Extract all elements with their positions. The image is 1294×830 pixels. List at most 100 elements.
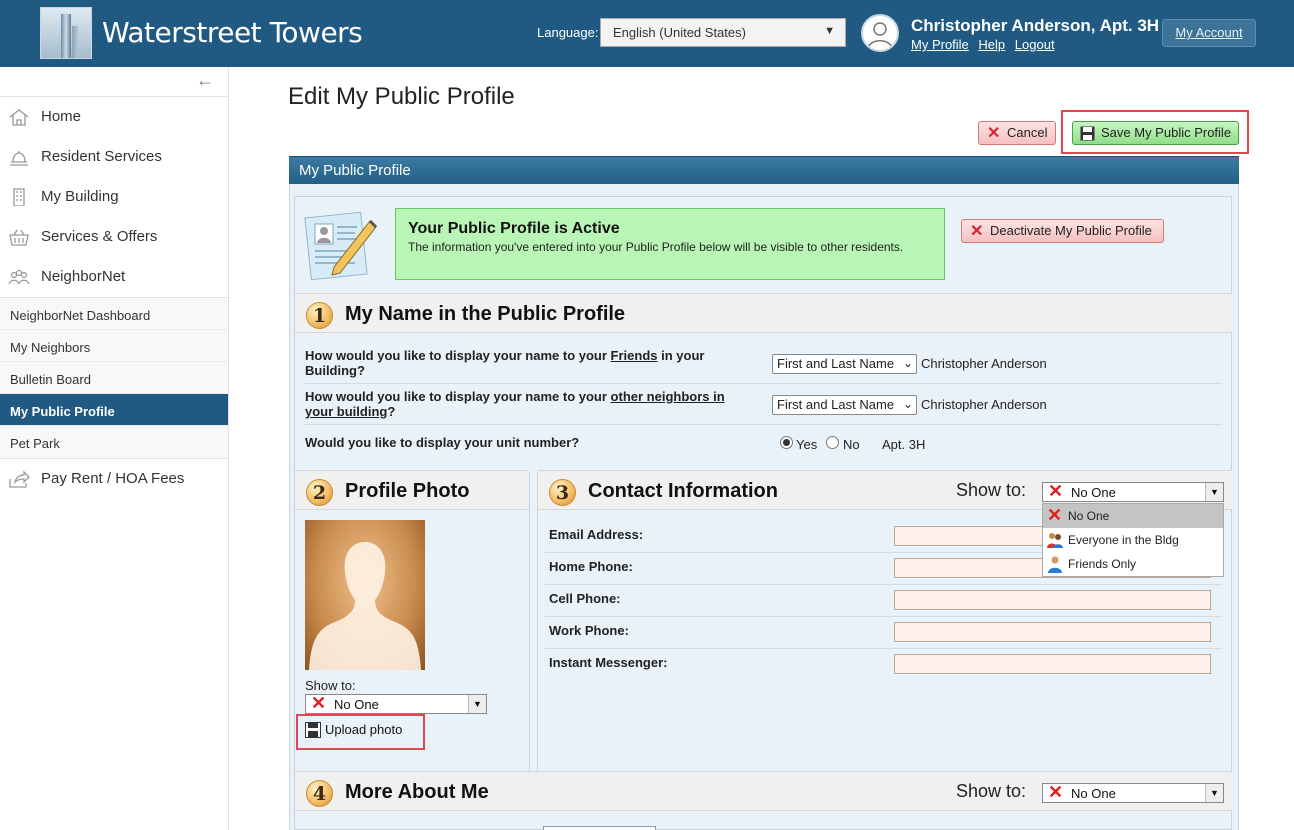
sidebar-item-my-building[interactable]: My Building xyxy=(0,177,228,217)
section-number: 2 xyxy=(306,479,333,506)
divider xyxy=(545,616,1222,617)
chevron-down-icon: ▼ xyxy=(824,25,835,37)
unit-value: Apt. 3H xyxy=(882,437,926,452)
show-to-label: Show to: xyxy=(956,781,1027,801)
highlight-box xyxy=(1061,110,1249,154)
home-icon xyxy=(9,109,29,126)
close-icon: ✕ xyxy=(1048,481,1064,501)
sidebar-item-neighbornet-dashboard[interactable]: NeighborNet Dashboard xyxy=(0,298,228,330)
sidebar-item-services-offers[interactable]: Services & Offers xyxy=(0,217,228,257)
profile-active-notice: Your Public Profile is Active The inform… xyxy=(395,208,945,280)
sidebar-item-label: Home xyxy=(41,108,82,125)
basket-icon xyxy=(9,229,29,246)
people-icon xyxy=(8,269,30,285)
divider xyxy=(545,584,1222,585)
person-icon xyxy=(1048,556,1062,573)
menu-item-no-one[interactable]: ✕ No One xyxy=(1043,504,1223,528)
show-to-label: Show to: xyxy=(956,480,1027,500)
close-icon: ✕ xyxy=(970,223,984,240)
divider xyxy=(305,424,1222,425)
language-select[interactable]: English (United States) ▼ xyxy=(600,18,846,47)
cell-phone-field[interactable] xyxy=(894,590,1211,610)
friends-name-select[interactable]: First and Last Name ⌄ xyxy=(772,354,917,374)
neighbors-name-select[interactable]: First and Last Name ⌄ xyxy=(772,395,917,415)
sidebar-item-label: NeighborNet xyxy=(41,268,126,285)
neighbors-name-value: Christopher Anderson xyxy=(921,397,1047,412)
unit-yes-radio[interactable] xyxy=(780,436,793,449)
chevron-down-icon: ▼ xyxy=(1205,784,1223,802)
sidebar-item-resident-services[interactable]: Resident Services xyxy=(0,137,228,177)
share-icon xyxy=(9,470,30,488)
sidebar-item-neighbornet[interactable]: NeighborNet xyxy=(0,257,228,297)
close-icon: ✕ xyxy=(1047,505,1063,525)
chevron-down-icon: ▼ xyxy=(1205,483,1223,501)
instant-messenger-field[interactable] xyxy=(894,654,1211,674)
work-phone-field[interactable] xyxy=(894,622,1211,642)
divider xyxy=(305,383,1222,384)
user-name: Christopher Anderson, Apt. 3H xyxy=(911,16,1160,35)
section-number: 4 xyxy=(306,780,333,807)
sidebar-item-my-neighbors[interactable]: My Neighbors xyxy=(0,330,228,362)
deactivate-label: Deactivate My Public Profile xyxy=(990,223,1152,238)
page-title: Edit My Public Profile xyxy=(288,83,515,110)
chevron-down-icon: ⌄ xyxy=(902,397,913,411)
panel-header: My Public Profile xyxy=(289,156,1239,184)
relationship-status-field[interactable] xyxy=(543,826,656,830)
sidebar-item-bulletin-board[interactable]: Bulletin Board xyxy=(0,362,228,394)
divider xyxy=(545,648,1222,649)
building-logo-icon[interactable] xyxy=(40,7,92,59)
brand-title[interactable]: Waterstreet Towers xyxy=(102,16,363,49)
profile-photo[interactable] xyxy=(305,520,425,670)
menu-item-friends-only[interactable]: Friends Only xyxy=(1043,552,1223,576)
work-phone-label: Work Phone: xyxy=(549,623,629,638)
deactivate-profile-button[interactable]: ✕ Deactivate My Public Profile xyxy=(961,219,1164,243)
question-neighbors-name: How would you like to display your name … xyxy=(305,389,725,419)
sidebar-item-pet-park[interactable]: Pet Park xyxy=(0,426,228,458)
close-icon: ✕ xyxy=(311,693,327,713)
my-profile-link[interactable]: My Profile xyxy=(911,37,969,52)
sidebar-item-pay-rent[interactable]: Pay Rent / HOA Fees xyxy=(0,459,228,499)
divider xyxy=(537,472,538,772)
my-account-button[interactable]: My Account xyxy=(1162,19,1256,47)
help-link[interactable]: Help xyxy=(978,37,1005,52)
divider xyxy=(529,472,530,772)
section-title: More About Me xyxy=(345,781,489,803)
sidebar-item-home[interactable]: Home xyxy=(0,97,228,137)
unit-no-radio[interactable] xyxy=(826,436,839,449)
unit-no-label: No xyxy=(843,437,860,452)
section-title: Profile Photo xyxy=(345,480,470,502)
logout-link[interactable]: Logout xyxy=(1015,37,1055,52)
top-header: Waterstreet Towers Language: English (Un… xyxy=(0,0,1294,67)
section-number: 1 xyxy=(306,302,333,329)
menu-item-everyone[interactable]: Everyone in the Bldg xyxy=(1043,528,1223,552)
section-photo-header: 2 Profile Photo xyxy=(295,470,529,510)
sidebar-item-label: Pay Rent / HOA Fees xyxy=(41,470,185,487)
sidebar-collapse: ← xyxy=(0,67,228,97)
section-name-header: 1 My Name in the Public Profile xyxy=(295,293,1232,333)
arrow-left-icon[interactable]: ← xyxy=(196,70,214,91)
question-friends-name: How would you like to display your name … xyxy=(305,348,705,378)
friends-link[interactable]: Friends xyxy=(611,348,658,363)
language-label: Language: xyxy=(537,25,599,40)
photo-visibility-select[interactable]: ✕ No One ▼ xyxy=(305,693,487,714)
chevron-down-icon: ⌄ xyxy=(902,356,913,370)
photo-show-to-label: Show to: xyxy=(305,678,356,693)
cancel-label: Cancel xyxy=(1007,125,1048,140)
home-phone-label: Home Phone: xyxy=(549,559,633,574)
section-title: My Name in the Public Profile xyxy=(345,303,626,325)
section-number: 3 xyxy=(549,479,576,506)
highlight-box xyxy=(296,714,425,750)
building-icon xyxy=(13,188,25,206)
profile-card-icon xyxy=(304,211,378,281)
user-avatar-icon[interactable] xyxy=(861,14,899,52)
user-links: My Profile Help Logout xyxy=(911,37,1061,52)
close-icon: ✕ xyxy=(987,125,1001,142)
neighbornet-submenu: NeighborNet Dashboard My Neighbors Bulle… xyxy=(0,297,228,459)
instant-messenger-label: Instant Messenger: xyxy=(549,655,668,670)
cancel-button[interactable]: ✕ Cancel xyxy=(978,121,1056,145)
question-unit-number: Would you like to display your unit numb… xyxy=(305,435,580,450)
sidebar-item-my-public-profile[interactable]: My Public Profile xyxy=(0,394,228,426)
more-about-visibility-select[interactable]: ✕ No One ▼ xyxy=(1042,782,1224,803)
sidebar: ← Home Resident Services My Building Ser… xyxy=(0,67,229,830)
contact-visibility-select[interactable]: ✕ No One ▼ xyxy=(1042,481,1224,502)
